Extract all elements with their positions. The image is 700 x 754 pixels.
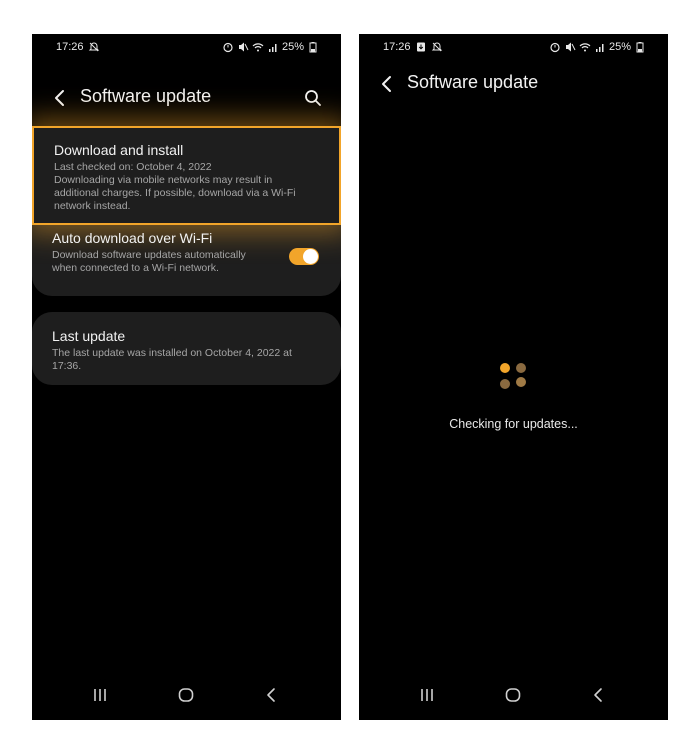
notifications-off-icon: [431, 41, 443, 53]
alarm-icon: [222, 41, 234, 53]
battery-icon: [307, 41, 319, 53]
last-update-item[interactable]: Last update The last update was installe…: [32, 312, 341, 385]
battery-icon: [634, 41, 646, 53]
checking-status-text: Checking for updates...: [449, 417, 578, 431]
mute-icon: [564, 41, 576, 53]
navigation-bar: [359, 680, 668, 710]
mobile-data-note: Downloading via mobile networks may resu…: [54, 174, 296, 212]
home-icon[interactable]: [176, 685, 196, 705]
page-title: Software update: [407, 72, 539, 92]
toggle-knob: [303, 249, 318, 264]
status-bar: 17:26 25%: [32, 34, 341, 62]
back-icon[interactable]: [377, 72, 397, 96]
auto-download-title: Auto download over Wi-Fi: [52, 230, 213, 246]
checking-updates-screen: 17:26 25% Software update Checking for u…: [359, 34, 668, 720]
last-update-title: Last update: [52, 328, 126, 344]
wifi-icon: [579, 41, 591, 53]
status-bar: 17:26 25%: [359, 34, 668, 62]
spinner-dot: [516, 363, 526, 373]
download-title: Download and install: [54, 142, 184, 158]
status-time: 17:26: [56, 41, 84, 53]
home-icon[interactable]: [503, 685, 523, 705]
alarm-icon: [549, 41, 561, 53]
mute-icon: [237, 41, 249, 53]
recent-apps-icon[interactable]: [90, 685, 110, 705]
battery-level: 25%: [608, 41, 631, 53]
notifications-off-icon: [88, 41, 100, 53]
signal-icon: [267, 41, 279, 53]
software-update-screen: 17:26 25% Software update Download and i…: [32, 34, 341, 720]
download-notification-icon: [415, 41, 427, 53]
nav-back-icon[interactable]: [589, 685, 609, 705]
recent-apps-icon[interactable]: [417, 685, 437, 705]
last-checked-text: Last checked on: October 4, 2022: [54, 161, 212, 173]
auto-download-toggle[interactable]: [289, 248, 319, 265]
battery-level: 25%: [281, 41, 304, 53]
navigation-bar: [32, 680, 341, 710]
signal-icon: [594, 41, 606, 53]
update-options-card: Download and install Last checked on: Oc…: [32, 126, 341, 296]
spinner-dot: [500, 363, 510, 373]
auto-download-description: Download software updates automatically …: [52, 249, 246, 274]
page-title: Software update: [80, 86, 212, 106]
status-time: 17:26: [383, 41, 411, 53]
wifi-icon: [252, 41, 264, 53]
download-and-install-item[interactable]: Download and install Last checked on: Oc…: [32, 126, 341, 225]
last-update-description: The last update was installed on October…: [52, 347, 292, 372]
app-header: Software update: [359, 64, 668, 104]
back-icon[interactable]: [50, 86, 70, 110]
spinner-dot: [500, 379, 510, 389]
app-header: Software update: [32, 78, 341, 118]
search-icon[interactable]: [303, 88, 323, 108]
spinner-dot: [516, 377, 526, 387]
nav-back-icon[interactable]: [262, 685, 282, 705]
loading-spinner-icon: [500, 363, 528, 391]
